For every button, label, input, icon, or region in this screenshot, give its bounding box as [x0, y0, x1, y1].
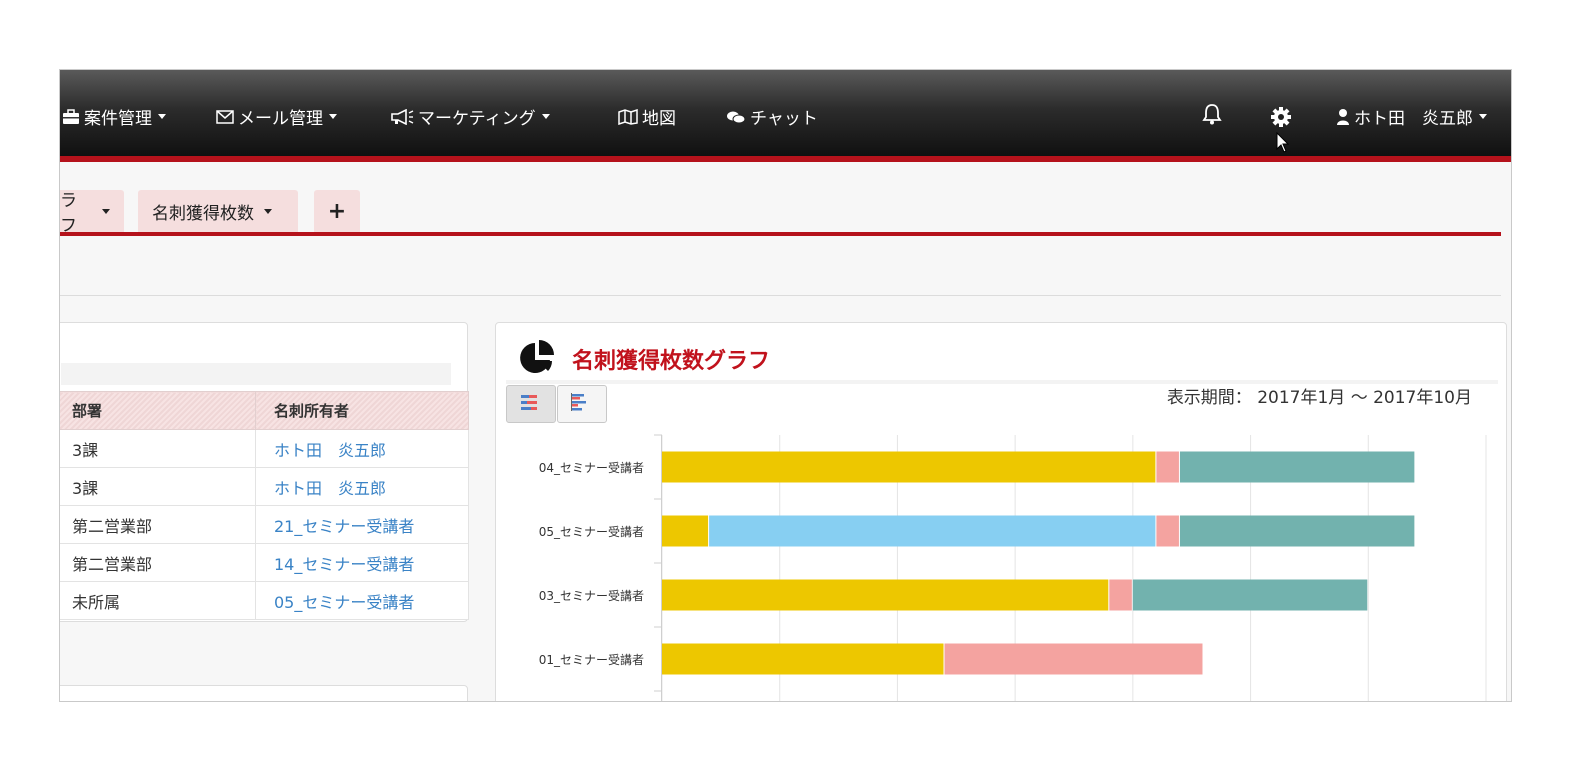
cell-owner-link[interactable]: ホト田 炎五郎 [255, 429, 469, 468]
bar-segment [662, 579, 1109, 611]
bar-segment [944, 643, 1203, 675]
bar-segment [1132, 579, 1368, 611]
panel-header-strip [61, 363, 451, 385]
category-label: 04_セミナー受講者 [539, 460, 644, 475]
table-row: 3課 ホト田 炎五郎 [60, 429, 469, 468]
business-card-list-panel: 部署 名刺所有者 3課 ホト田 炎五郎 3課 ホト田 炎五郎 第二営業部 21_… [60, 322, 469, 622]
megaphone-icon [390, 108, 414, 125]
bar-segment [709, 515, 1156, 547]
chart-panel: 名刺獲得枚数グラフ 表示期間： 2017年1月 ～ 2017年10月 04_セミ… [495, 322, 1507, 701]
chevron-down-icon [1479, 114, 1487, 119]
nav-item-marketing[interactable]: マーケティング [390, 104, 550, 129]
bell-icon [1202, 103, 1222, 125]
divider [60, 295, 1501, 296]
category-label: 05_セミナー受講者 [539, 524, 644, 539]
user-menu[interactable]: ホト田 炎五郎 [1336, 104, 1487, 129]
chevron-down-icon [158, 114, 166, 119]
cell-owner-link[interactable]: 14_セミナー受講者 [255, 543, 469, 582]
cell-department: 3課 [60, 467, 256, 506]
business-card-table: 部署 名刺所有者 3課 ホト田 炎五郎 3課 ホト田 炎五郎 第二営業部 21_… [60, 391, 469, 620]
nav-item-map[interactable]: 地図 [618, 104, 676, 129]
cell-owner-link[interactable]: 21_セミナー受講者 [255, 505, 469, 544]
tab-business-card-count[interactable]: 名刺獲得枚数 [138, 190, 298, 232]
cell-department: 未所属 [60, 581, 256, 620]
bar-segment [662, 515, 709, 547]
nav-label: マーケティング [418, 109, 536, 129]
tab-graph[interactable]: ラフ [60, 190, 124, 236]
nav-item-chat[interactable]: チャット [726, 104, 818, 129]
briefcase-icon [62, 108, 80, 125]
cell-department: 3課 [60, 429, 256, 468]
bar-segment [1156, 451, 1179, 483]
bar-segment [1179, 451, 1415, 483]
map-icon [618, 108, 638, 125]
table-row: 第二営業部 21_セミナー受講者 [60, 505, 469, 544]
bar-segment [662, 451, 1156, 483]
category-label: 03_セミナー受講者 [539, 588, 644, 603]
cell-owner-link[interactable]: 05_セミナー受講者 [255, 581, 469, 620]
nav-label: メール管理 [238, 109, 323, 129]
table-header-row: 部署 名刺所有者 [60, 391, 469, 430]
bar-segment [1179, 515, 1415, 547]
top-navbar: 案件管理 メール管理 マーケティング 地図 チャット ホト田 炎五郎 [60, 70, 1511, 158]
cell-owner-link[interactable]: ホト田 炎五郎 [255, 467, 469, 506]
chat-icon [726, 110, 746, 124]
nav-label: 地図 [642, 109, 676, 129]
column-header-owner[interactable]: 名刺所有者 [255, 391, 469, 430]
bar-segment [662, 643, 944, 675]
user-icon [1336, 108, 1350, 126]
add-tab-button[interactable]: + [314, 190, 360, 232]
notifications-button[interactable] [1202, 103, 1222, 125]
nav-item-mail[interactable]: メール管理 [216, 104, 337, 129]
nav-label: チャット [750, 109, 818, 129]
bar-chart: 04_セミナー受講者 05_セミナー受講者 03_セミナー受講者 01_セミナー受講者 [539, 434, 1487, 701]
user-name: ホト田 炎五郎 [1354, 109, 1473, 129]
envelope-icon [216, 109, 234, 124]
cell-department: 第二営業部 [60, 543, 256, 582]
settings-button[interactable] [1270, 106, 1292, 128]
column-header-department[interactable]: 部署 [60, 391, 256, 430]
chevron-down-icon [264, 208, 272, 214]
nav-label: 案件管理 [84, 109, 152, 129]
table-row: 未所属 05_セミナー受講者 [60, 581, 469, 620]
table-row: 第二営業部 14_セミナー受講者 [60, 543, 469, 582]
app-window: 案件管理 メール管理 マーケティング 地図 チャット ホト田 炎五郎 ラフ 名刺… [59, 69, 1512, 702]
chevron-down-icon [102, 208, 110, 214]
plus-icon: + [327, 198, 347, 224]
tab-bar: ラフ 名刺獲得枚数 + [60, 162, 1511, 242]
bar-segment [1156, 515, 1179, 547]
chevron-down-icon [541, 114, 550, 119]
tab-label: 名刺獲得枚数 [152, 203, 254, 224]
mouse-cursor-icon [1276, 131, 1290, 158]
cell-department: 第二営業部 [60, 505, 256, 544]
tab-underline [60, 232, 1501, 236]
chevron-down-icon [329, 114, 337, 119]
tab-label: ラフ [60, 191, 77, 236]
nav-item-projects[interactable]: 案件管理 [62, 104, 166, 129]
secondary-panel [60, 685, 468, 701]
gear-icon [1270, 106, 1292, 128]
bar-segment [1109, 579, 1132, 611]
category-label: 01_セミナー受講者 [539, 652, 644, 667]
table-row: 3課 ホト田 炎五郎 [60, 467, 469, 506]
